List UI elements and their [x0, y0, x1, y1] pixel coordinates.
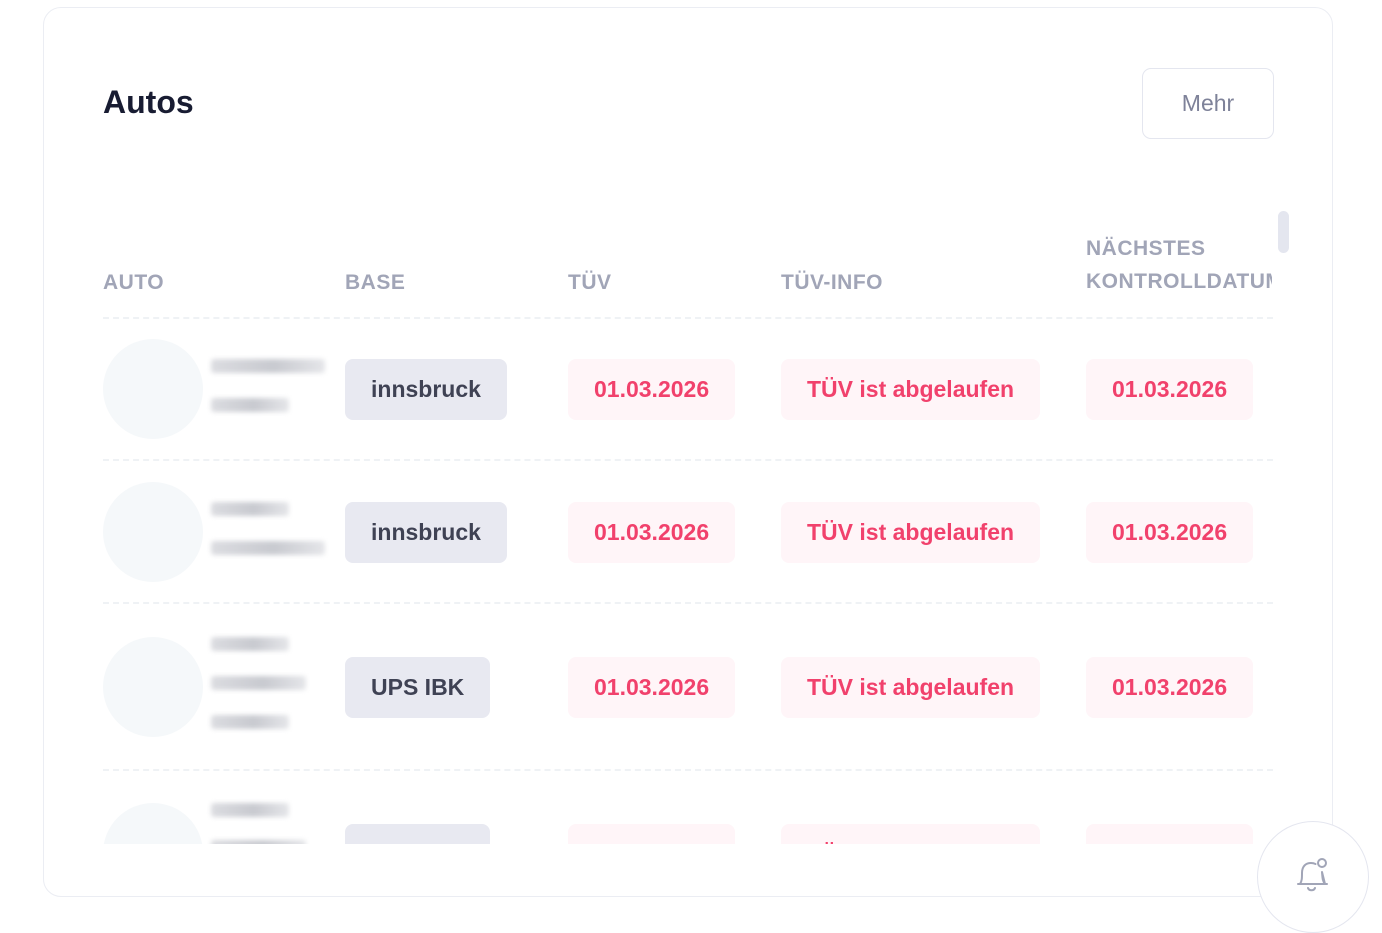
car-name-redacted [211, 637, 289, 651]
car-plate-redacted [211, 398, 289, 412]
tuev-info-badge: TÜV ist abgelaufen [781, 502, 1041, 563]
avatar [103, 637, 203, 737]
base-badge: UPS IBK [345, 824, 491, 844]
avatar [103, 339, 203, 439]
next-control-date-badge: 01.03.2026 [1086, 359, 1254, 420]
header-divider [103, 317, 1273, 319]
car-plate-redacted [211, 541, 325, 555]
tuev-date-badge: 01.03.2026 [568, 502, 736, 563]
car-name-redacted [211, 803, 289, 817]
notification-button[interactable] [1257, 821, 1369, 933]
avatar [103, 482, 203, 582]
tuev-date-badge: 01.03.2026 [568, 657, 736, 718]
base-badge: UPS IBK [345, 657, 491, 718]
bell-icon [1294, 855, 1332, 900]
avatar [103, 803, 203, 844]
base-badge: innsbruck [345, 502, 507, 563]
next-control-date-badge: 01.03.2026 [1086, 502, 1254, 563]
table-scrollbar-thumb[interactable] [1278, 211, 1289, 253]
header-auto[interactable]: AUTO [103, 266, 164, 299]
tuev-date-badge: 01.03.2026 [568, 824, 736, 844]
row-divider [103, 459, 1273, 461]
row-divider [103, 602, 1273, 604]
autos-card: Autos Mehr AUTO BASE TÜV TÜV-INFO NÄCHST… [43, 7, 1333, 897]
tuev-info-badge: TÜV ist abgelaufen [781, 824, 1041, 844]
tuev-info-badge: TÜV ist abgelaufen [781, 359, 1041, 420]
more-button[interactable]: Mehr [1142, 68, 1274, 139]
header-tuev[interactable]: TÜV [568, 266, 612, 299]
row-divider [103, 769, 1273, 771]
car-model-redacted [211, 676, 306, 690]
next-control-date-badge: 01.03.2026 [1086, 824, 1254, 844]
next-control-date-badge: 01.03.2026 [1086, 657, 1254, 718]
tuev-info-badge: TÜV ist abgelaufen [781, 657, 1041, 718]
car-plate-redacted [211, 715, 289, 729]
card-title: Autos [103, 84, 194, 120]
autos-table: AUTO BASE TÜV TÜV-INFO NÄCHSTES KONTROLL… [103, 218, 1273, 844]
tuev-date-badge: 01.03.2026 [568, 359, 736, 420]
header-tuev-info[interactable]: TÜV-INFO [781, 266, 883, 299]
car-name-redacted [211, 502, 289, 516]
header-base[interactable]: BASE [345, 266, 405, 299]
header-next-control-date[interactable]: NÄCHSTES KONTROLLDATUM [1086, 232, 1272, 298]
base-badge: innsbruck [345, 359, 507, 420]
car-model-redacted [211, 840, 306, 844]
car-name-redacted [211, 359, 325, 373]
